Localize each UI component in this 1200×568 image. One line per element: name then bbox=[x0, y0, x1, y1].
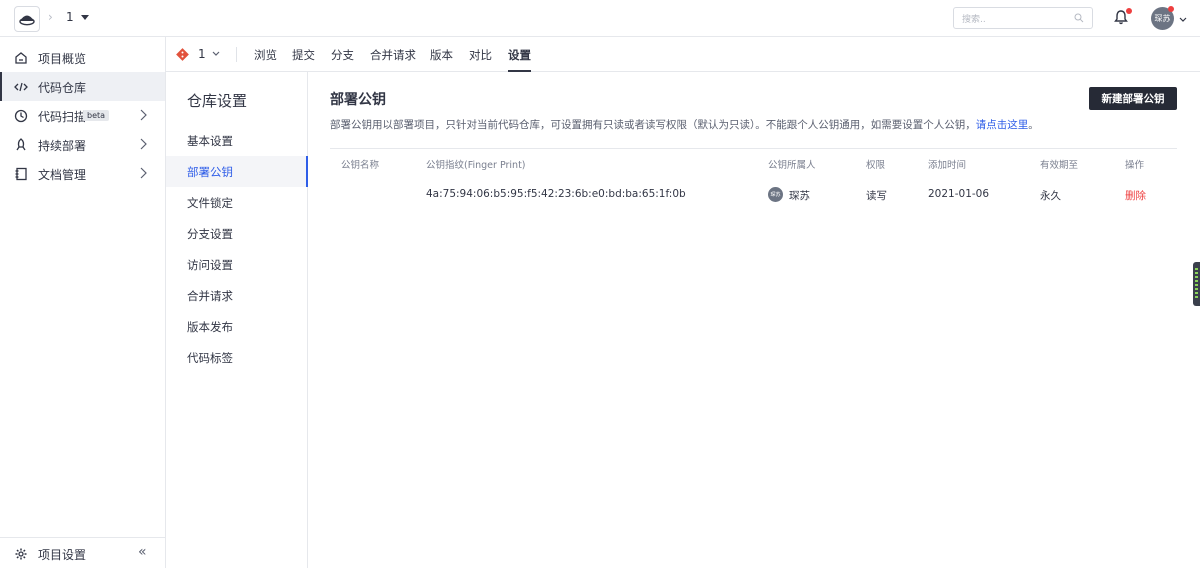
tab-branches[interactable]: 分支 bbox=[331, 47, 354, 63]
active-tab-indicator bbox=[508, 70, 531, 72]
owner-avatar: 琛苏 bbox=[768, 187, 783, 202]
settings-item-label: 代码标签 bbox=[187, 351, 233, 365]
book-icon bbox=[14, 167, 28, 181]
settings-item-deploy-keys[interactable]: 部署公钥 bbox=[166, 156, 308, 187]
table-divider bbox=[330, 148, 1177, 149]
key-permission: 读写 bbox=[866, 190, 887, 202]
settings-item-file-lock[interactable]: 文件锁定 bbox=[166, 187, 307, 218]
settings-item-access[interactable]: 访问设置 bbox=[166, 249, 307, 280]
home-icon bbox=[14, 51, 28, 65]
settings-menu-title: 仓库设置 bbox=[187, 92, 248, 110]
sidebar-item-label: 持续部署 bbox=[38, 139, 87, 153]
key-fingerprint: 4a:75:94:06:b5:95:f5:42:23:6b:e0:bd:ba:6… bbox=[426, 188, 686, 200]
chevron-right-icon bbox=[139, 109, 147, 124]
page-title: 部署公钥 bbox=[330, 92, 386, 108]
branch-label: 1 bbox=[198, 47, 206, 61]
project-switcher[interactable]: 1 bbox=[66, 10, 90, 24]
key-expires: 永久 bbox=[1040, 190, 1061, 202]
breadcrumb-separator-icon: › bbox=[48, 10, 53, 24]
settings-menu: 仓库设置 基本设置 部署公钥 文件锁定 分支设置 访问设置 合并请求 版本发布 … bbox=[166, 72, 308, 568]
new-deploy-key-button[interactable]: 新建部署公钥 bbox=[1089, 87, 1177, 110]
settings-item-branch[interactable]: 分支设置 bbox=[166, 218, 307, 249]
col-header-permission: 权限 bbox=[866, 160, 886, 171]
settings-item-label: 访问设置 bbox=[187, 258, 233, 272]
tab-settings[interactable]: 设置 bbox=[508, 47, 531, 63]
settings-item-merge-requests[interactable]: 合并请求 bbox=[166, 280, 307, 311]
search-input[interactable]: 搜索.. bbox=[953, 7, 1093, 29]
sidebar-item-label: 项目概览 bbox=[38, 52, 87, 66]
settings-item-releases[interactable]: 版本发布 bbox=[166, 311, 307, 342]
tab-commits[interactable]: 提交 bbox=[292, 47, 315, 63]
description-text: 部署公钥用以部署项目，只针对当前代码仓库，可设置拥有只读或者读写权限（默认为只读… bbox=[330, 119, 976, 131]
repo-tabs: 1 浏览 提交 分支 合并请求 版本 对比 设置 bbox=[166, 37, 1200, 72]
tab-merge-requests[interactable]: 合并请求 bbox=[370, 47, 416, 63]
gear-icon bbox=[14, 547, 28, 561]
sidebar-item-label: 代码仓库 bbox=[38, 81, 87, 95]
beta-badge: beta bbox=[83, 110, 110, 121]
description-end: 。 bbox=[1028, 119, 1039, 131]
sidebar-item-label: 代码扫描 bbox=[38, 110, 87, 124]
sidebar-item-deploy[interactable]: 持续部署 bbox=[0, 130, 165, 159]
sidebar: 项目概览 代码仓库 代码扫描 beta 持续部署 文档管理 项目设置 « bbox=[0, 37, 166, 568]
sidebar-item-project-settings[interactable]: 项目设置 « bbox=[0, 539, 165, 568]
caret-down-icon bbox=[81, 14, 90, 20]
settings-item-label: 分支设置 bbox=[187, 227, 233, 241]
chevron-right-icon bbox=[139, 138, 147, 153]
col-header-name: 公钥名称 bbox=[341, 160, 380, 171]
chevron-down-icon bbox=[212, 51, 220, 56]
key-owner: 琛苏 bbox=[789, 190, 810, 202]
git-icon bbox=[176, 47, 189, 61]
settings-item-label: 版本发布 bbox=[187, 320, 233, 334]
settings-item-label: 基本设置 bbox=[187, 134, 233, 148]
col-header-owner: 公钥所属人 bbox=[768, 160, 816, 171]
col-header-expires: 有效期至 bbox=[1040, 160, 1079, 171]
sidebar-item-code-scan[interactable]: 代码扫描 beta bbox=[0, 101, 165, 130]
tab-browse[interactable]: 浏览 bbox=[254, 47, 277, 63]
sidebar-footer: 项目设置 « bbox=[0, 537, 165, 568]
sidebar-item-label: 项目设置 bbox=[38, 548, 87, 562]
sidebar-item-docs[interactable]: 文档管理 bbox=[0, 159, 165, 188]
sidebar-item-overview[interactable]: 项目概览 bbox=[0, 43, 165, 72]
tab-compare[interactable]: 对比 bbox=[469, 47, 492, 63]
tab-releases[interactable]: 版本 bbox=[430, 47, 453, 63]
top-bar: › 1 搜索.. 琛苏 bbox=[0, 0, 1200, 37]
project-name: 1 bbox=[66, 10, 74, 24]
personal-key-link[interactable]: 请点击这里 bbox=[976, 119, 1029, 131]
key-added-date: 2021-01-06 bbox=[928, 188, 990, 200]
chevron-down-icon[interactable] bbox=[1179, 12, 1187, 26]
page-description: 部署公钥用以部署项目，只针对当前代码仓库，可设置拥有只读或者读写权限（默认为只读… bbox=[330, 117, 1039, 132]
settings-item-basic[interactable]: 基本设置 bbox=[166, 125, 307, 156]
rocket-icon bbox=[14, 138, 28, 152]
branch-switcher[interactable]: 1 bbox=[176, 47, 220, 61]
sidebar-item-code-repo[interactable]: 代码仓库 bbox=[0, 72, 165, 101]
search-placeholder: 搜索.. bbox=[962, 15, 986, 25]
avatar-dot bbox=[1168, 6, 1174, 12]
delete-key-button[interactable]: 删除 bbox=[1125, 188, 1146, 203]
settings-item-label: 文件锁定 bbox=[187, 196, 233, 210]
col-header-actions: 操作 bbox=[1125, 160, 1145, 171]
sidebar-item-label: 文档管理 bbox=[38, 168, 87, 182]
side-panel-handle[interactable] bbox=[1193, 262, 1200, 306]
col-header-added: 添加时间 bbox=[928, 160, 967, 171]
settings-item-tags[interactable]: 代码标签 bbox=[166, 342, 307, 373]
owner-avatar-text: 琛苏 bbox=[770, 192, 781, 198]
search-icon[interactable] bbox=[1074, 12, 1084, 26]
notification-dot bbox=[1126, 8, 1132, 14]
logo-icon[interactable] bbox=[14, 6, 40, 32]
chevron-right-icon bbox=[139, 167, 147, 182]
settings-item-label: 合并请求 bbox=[187, 289, 233, 303]
tab-divider bbox=[236, 47, 237, 62]
collapse-sidebar-icon[interactable]: « bbox=[138, 544, 147, 560]
scan-icon bbox=[14, 109, 28, 123]
settings-item-label: 部署公钥 bbox=[187, 165, 233, 179]
col-header-fingerprint: 公钥指纹(Finger Print) bbox=[426, 160, 526, 171]
code-icon bbox=[14, 80, 28, 94]
user-avatar-text: 琛苏 bbox=[1154, 14, 1171, 23]
